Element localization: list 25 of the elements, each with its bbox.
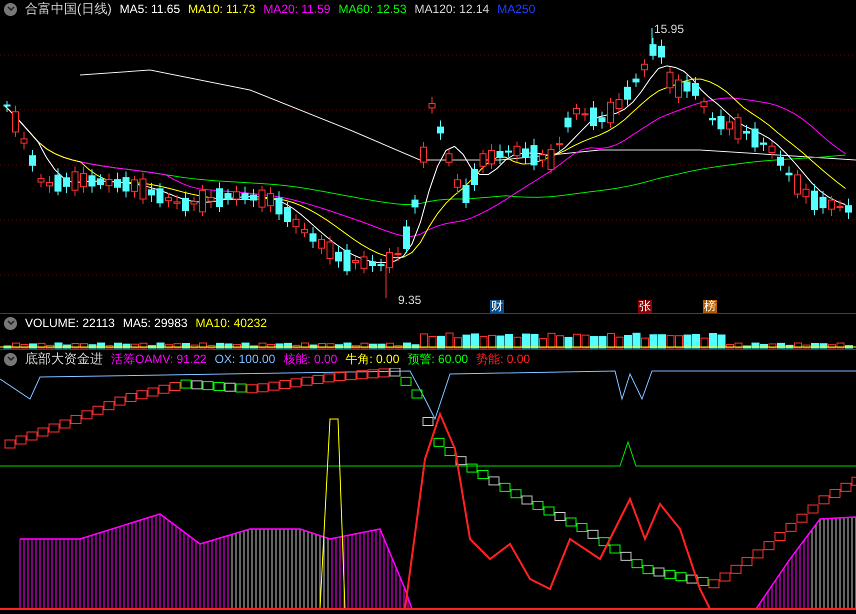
indicator-value: 牛角: 0.00 — [345, 351, 400, 368]
indicator-value: MA250 — [497, 1, 536, 18]
indicator-value: 势能: 0.00 — [476, 351, 530, 368]
high-price-label: 15.95 — [654, 21, 684, 38]
panel-title: 合富中国(日线) — [25, 0, 112, 18]
indicator-value: 预警: 60.00 — [407, 351, 468, 368]
indicator-value: MA20: 11.59 — [263, 1, 330, 18]
collapse-icon[interactable] — [4, 352, 17, 366]
low-price-label: 9.35 — [398, 292, 422, 309]
event-badge[interactable]: 财 — [490, 300, 504, 313]
indicator-value: 活筹OAMV: 91.22 — [111, 351, 207, 368]
panel-title: 底部大资金进 — [25, 350, 103, 368]
collapse-icon[interactable] — [4, 316, 17, 330]
indicator-value: 核能: 0.00 — [283, 351, 338, 368]
indicator-value: MA120: 12.14 — [414, 1, 490, 18]
indicator-value: MA60: 12.53 — [338, 1, 407, 18]
indicator-value: VOLUME: 22113 — [25, 315, 115, 332]
event-badge[interactable]: 榜 — [703, 300, 717, 313]
indicator-value: MA5: 11.65 — [120, 1, 180, 18]
indicator-value: MA10: 11.73 — [188, 1, 256, 18]
event-badge[interactable]: 张 — [638, 300, 652, 313]
collapse-icon[interactable] — [4, 2, 17, 16]
indicator-value: OX: 100.00 — [214, 351, 276, 368]
indicator-value: MA5: 29983 — [122, 315, 188, 332]
indicator-value: MA10: 40232 — [196, 315, 267, 332]
